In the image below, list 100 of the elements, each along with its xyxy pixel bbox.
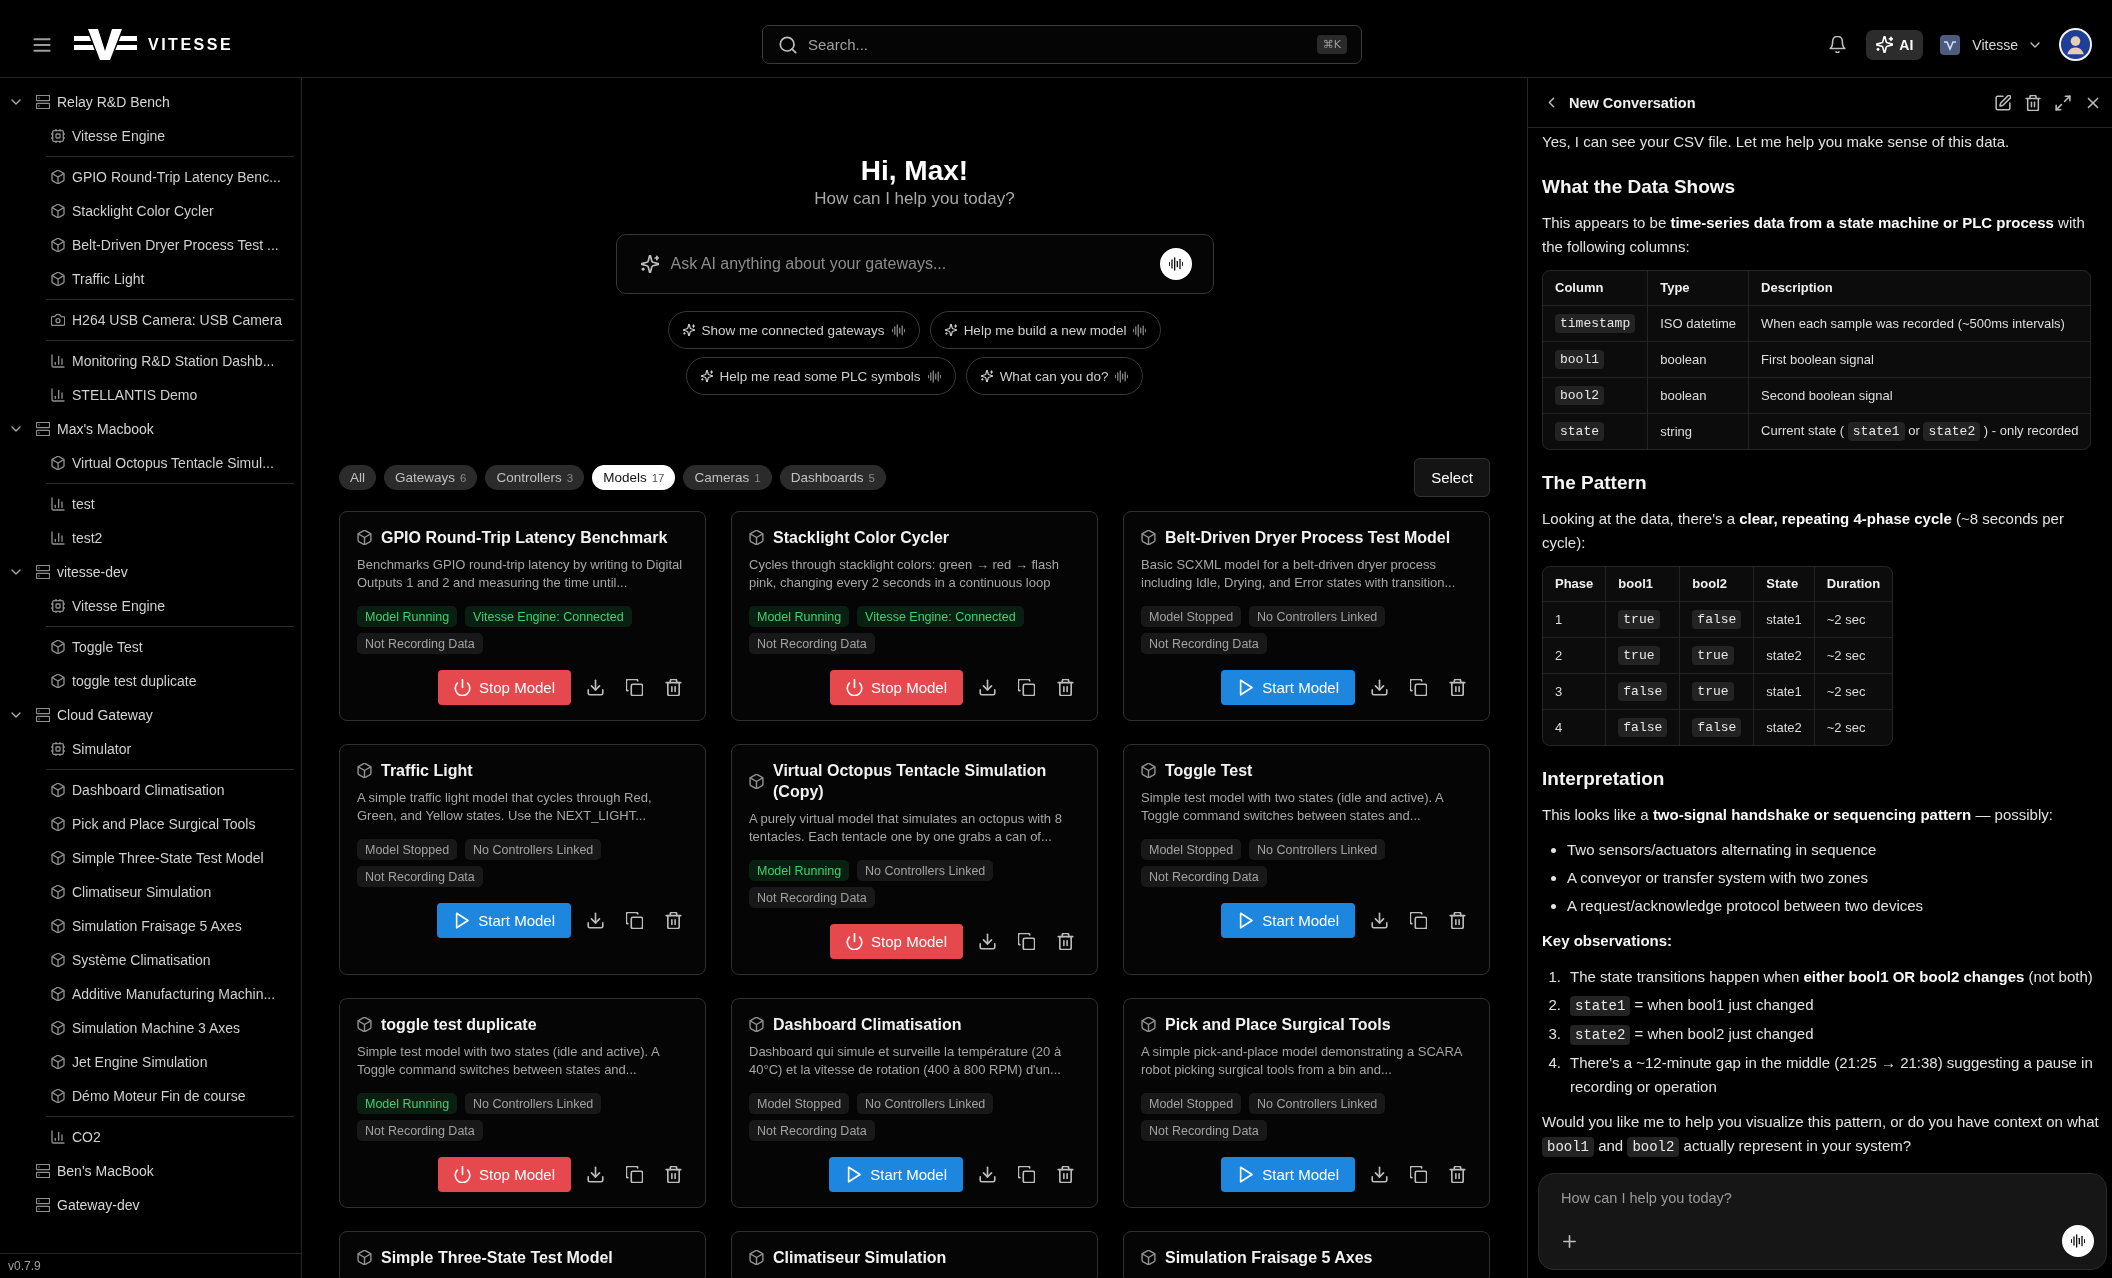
model-card[interactable] <box>731 998 1098 1208</box>
stop-button[interactable]: Stop Model <box>830 924 963 959</box>
filter-tab[interactable]: Dashboards 5 <box>779 465 886 490</box>
tree-item[interactable]: H264 USB Camera: USB Camera <box>72 312 283 328</box>
tree-item[interactable]: test <box>72 496 95 512</box>
pencil-square-icon[interactable] <box>1995 94 2011 111</box>
copy-icon[interactable] <box>1018 1166 1035 1183</box>
tree-item[interactable]: Additive Manufacturing Machin... <box>72 986 276 1002</box>
voice-button[interactable] <box>1159 248 1192 280</box>
trash-icon[interactable] <box>665 1166 682 1183</box>
select-button[interactable]: Select <box>1414 458 1490 497</box>
model-card[interactable] <box>731 744 1098 975</box>
download-icon[interactable] <box>979 933 996 950</box>
model-card[interactable]: Traffic Light A simple traffic light model that cycles through Red, Green, and Yellow states. Use the NEXT_LIGHT... Model Stopped No Controllers Linked Not Recording Data Start Model <box>339 744 706 975</box>
tree-item[interactable]: Pick and Place Surgical Tools <box>72 816 256 832</box>
model-card[interactable]: toggle test duplicate Simple test model with two states (idle and active). A Toggle command switches between states and... Model Running No Controllers Linked Not Recording Data Stop Model <box>339 998 706 1208</box>
workspace-name[interactable]: Vitesse <box>1972 36 2018 53</box>
tree-item[interactable]: Vitesse Engine <box>72 598 166 614</box>
copy-icon[interactable] <box>1018 679 1035 696</box>
copy-icon[interactable] <box>1018 933 1035 950</box>
tree-item[interactable]: CO2 <box>72 1129 101 1145</box>
logo-icon[interactable] <box>74 29 137 60</box>
tree-item[interactable]: Vitesse Engine <box>72 128 166 144</box>
stop-button[interactable]: Stop Model <box>438 670 571 705</box>
start-button[interactable]: Start Model <box>829 1157 963 1192</box>
trash-icon[interactable] <box>1057 679 1074 696</box>
message-composer[interactable]: How can I help you today? <box>1538 1173 2107 1270</box>
filter-tab[interactable]: Controllers 3 <box>485 465 585 490</box>
trash-icon[interactable] <box>665 912 682 929</box>
tree-item[interactable]: Stacklight Color Cycler <box>72 203 214 219</box>
gateway-item[interactable]: Gateway-dev <box>57 1197 140 1213</box>
trash-icon[interactable] <box>1449 1166 1466 1183</box>
filter-tab[interactable]: Models 17 <box>592 465 676 490</box>
model-card[interactable]: Stacklight Color Cycler Cycles through stacklight colors: green → red → flash pink, changing every 2 seconds in a continuous loop Model Running Vitesse Engine: Connected Not Recording Data Stop Model <box>731 511 1098 721</box>
trash-icon[interactable] <box>665 679 682 696</box>
tree-item[interactable]: Système Climatisation <box>72 952 211 968</box>
download-icon[interactable] <box>979 679 996 696</box>
model-card[interactable]: Toggle Test Simple test model with two states (idle and active). A Toggle command switches between states and... Model Stopped No Controllers Linked Not Recording Data Start Model <box>1123 744 1490 975</box>
copy-icon[interactable] <box>1410 912 1427 929</box>
ask-ai-box[interactable]: Ask AI anything about your gateways... <box>615 234 1214 294</box>
tree-item[interactable]: GPIO Round-Trip Latency Benc... <box>72 169 281 185</box>
start-button[interactable]: Start Model <box>1221 670 1355 705</box>
copy-icon[interactable] <box>1410 679 1427 696</box>
copy-icon[interactable] <box>626 1166 643 1183</box>
avatar-icon[interactable] <box>2059 28 2092 61</box>
download-icon[interactable] <box>587 679 604 696</box>
tree-item[interactable]: Climatiseur Simulation <box>72 884 212 900</box>
bell-icon[interactable] <box>1829 36 1847 53</box>
download-icon[interactable] <box>1371 1166 1388 1183</box>
search-bar[interactable]: Search... ⌘K <box>762 25 1362 64</box>
tree-item[interactable]: Démo Moteur Fin de course <box>72 1088 246 1104</box>
stop-button[interactable]: Stop Model <box>830 670 963 705</box>
tree-item[interactable]: Traffic Light <box>72 271 145 287</box>
start-button[interactable]: Start Model <box>1221 1157 1355 1192</box>
tree-item[interactable]: STELLANTIS Demo <box>72 387 198 403</box>
voice-button[interactable] <box>2062 1225 2094 1257</box>
copy-icon[interactable] <box>1410 1166 1427 1183</box>
message-input[interactable]: How can I help you today? <box>1561 1190 1861 1206</box>
gateway-item[interactable]: Cloud Gateway <box>57 707 153 723</box>
tree-item[interactable]: Virtual Octopus Tentacle Simul... <box>72 455 274 471</box>
copy-icon[interactable] <box>626 679 643 696</box>
tree-item[interactable]: Monitoring R&D Station Dashb... <box>72 353 275 369</box>
model-card[interactable]: Pick and Place Surgical Tools A simple pick-and-place model demonstrating a SCARA robot picking surgical tools from a bin and... Model Stopped No Controllers Linked Not Recording Data Start Model <box>1123 998 1490 1208</box>
plus-icon[interactable] <box>1561 1232 1578 1250</box>
download-icon[interactable] <box>587 912 604 929</box>
download-icon[interactable] <box>979 1166 996 1183</box>
gateway-item[interactable]: Relay R&D Bench <box>57 94 170 110</box>
stop-button[interactable]: Stop Model <box>438 1157 571 1192</box>
model-card[interactable]: Simulation Fraisage 5 Axes <box>1123 1231 1490 1278</box>
filter-tab[interactable]: Cameras 1 <box>683 465 772 490</box>
ask-ai-input[interactable]: Ask AI anything about your gateways... <box>670 255 1148 273</box>
gateway-item[interactable]: Max's Macbook <box>57 421 154 437</box>
model-card[interactable]: Simple Three-State Test Model <box>339 1231 706 1278</box>
tree-item[interactable]: Simulation Machine 3 Axes <box>72 1020 241 1036</box>
tree-item[interactable]: Jet Engine Simulation <box>72 1054 208 1070</box>
tree-item[interactable]: Toggle Test <box>72 639 143 655</box>
trash-icon[interactable] <box>1449 912 1466 929</box>
tree-item[interactable]: Simulator <box>72 741 132 757</box>
trash-icon[interactable] <box>1057 1166 1074 1183</box>
model-card[interactable] <box>339 511 706 721</box>
trash-icon[interactable] <box>2025 94 2041 111</box>
model-card[interactable]: Climatiseur Simulation <box>731 1231 1098 1278</box>
download-icon[interactable] <box>587 1166 604 1183</box>
start-button[interactable]: Start Model <box>1221 903 1355 938</box>
diagonal-arrows-icon[interactable] <box>2055 94 2071 111</box>
download-icon[interactable] <box>1371 912 1388 929</box>
filter-tab[interactable]: Gateways 6 <box>384 465 478 490</box>
trash-icon[interactable] <box>1057 933 1074 950</box>
download-icon[interactable] <box>1371 679 1388 696</box>
tree-item[interactable]: Simple Three-State Test Model <box>72 850 264 866</box>
filter-tab[interactable]: All <box>339 465 376 490</box>
gateway-item[interactable]: Ben's MacBook <box>57 1163 154 1179</box>
tree-item[interactable]: Belt-Driven Dryer Process Test ... <box>72 237 279 253</box>
gateway-item[interactable]: vitesse-dev <box>57 564 128 580</box>
model-card[interactable] <box>1123 511 1490 721</box>
copy-icon[interactable] <box>626 912 643 929</box>
tree-item[interactable]: Dashboard Climatisation <box>72 782 225 798</box>
tree-item[interactable]: toggle test duplicate <box>72 673 197 689</box>
ai-button[interactable]: AI <box>1866 29 1924 60</box>
tree-item[interactable]: Simulation Fraisage 5 Axes <box>72 918 242 934</box>
